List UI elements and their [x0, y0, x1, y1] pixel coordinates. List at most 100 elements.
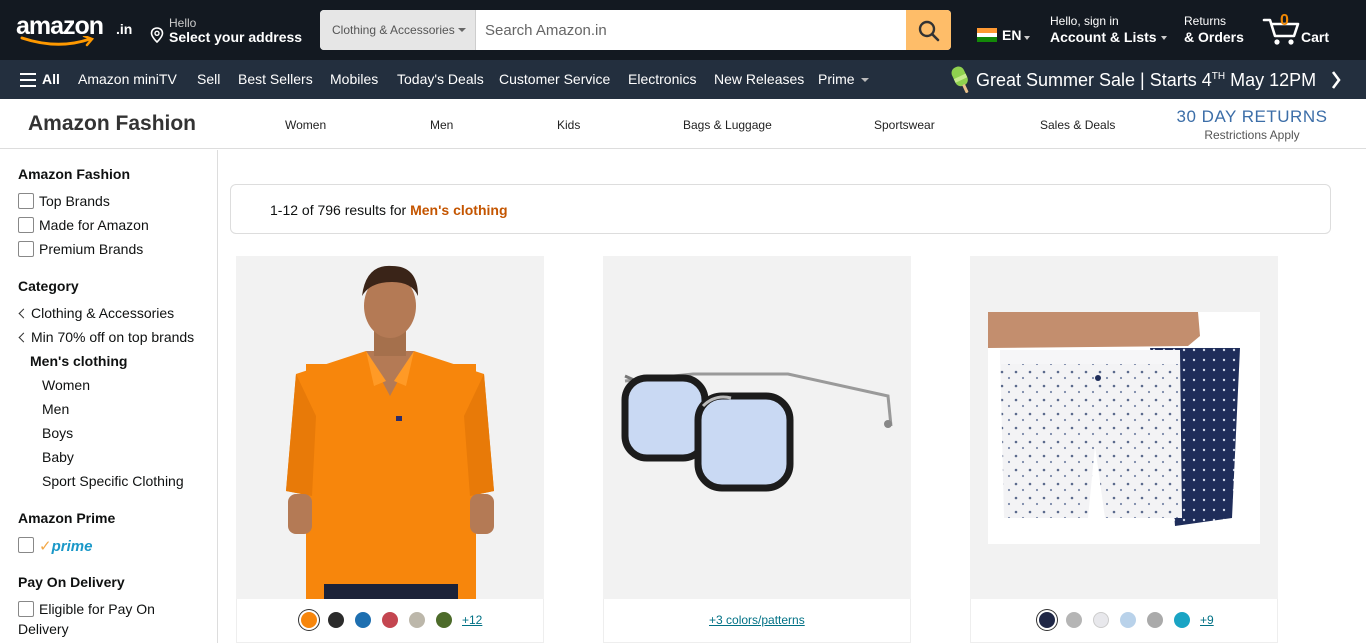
returns-label: Returns	[1184, 14, 1227, 28]
category-back-clothing[interactable]: Clothing & Accessories	[18, 305, 174, 321]
chevron-right-icon	[1331, 71, 1341, 89]
search-button[interactable]	[906, 10, 951, 50]
prime-label: prime	[51, 538, 93, 555]
nav-item-new-releases[interactable]: New Releases	[714, 71, 804, 87]
search-category-label: Clothing & Accessories	[332, 23, 455, 37]
india-flag-icon	[977, 28, 997, 42]
product-image[interactable]	[970, 256, 1278, 599]
category-label: Clothing & Accessories	[31, 305, 175, 321]
color-swatches: +12	[236, 599, 544, 643]
checkbox[interactable]	[18, 217, 34, 233]
color-swatch[interactable]	[328, 612, 344, 628]
promo-text-tail: May 12PM	[1225, 70, 1317, 90]
chevron-left-icon	[18, 308, 29, 319]
ice-lolly-icon	[951, 66, 969, 94]
account-label: Account & Lists	[1050, 29, 1157, 45]
location-pin-icon	[150, 27, 164, 43]
checkmark-icon: ✓	[39, 538, 52, 555]
color-swatch[interactable]	[355, 612, 371, 628]
product-card[interactable]: +3 colors/patterns	[603, 256, 911, 643]
cart-button[interactable]: 0 Cart	[1262, 12, 1334, 48]
nav-item-customer-service[interactable]: Customer Service	[499, 71, 610, 87]
promo-text-main: Great Summer Sale | Starts 4	[976, 70, 1212, 90]
category-sub-women[interactable]: Women	[42, 377, 90, 393]
filter-heading-pay-on-delivery: Pay On Delivery	[18, 574, 125, 590]
checkbox[interactable]	[18, 601, 34, 617]
search-icon	[918, 20, 940, 42]
fashion-link-kids[interactable]: Kids	[557, 118, 580, 132]
amazon-logo[interactable]: amazon .in	[16, 10, 136, 50]
address-greeting: Hello	[169, 16, 197, 30]
aviator-sunglasses-image	[621, 372, 893, 492]
color-swatch[interactable]	[436, 612, 452, 628]
product-image[interactable]	[603, 256, 911, 599]
chevron-left-icon	[18, 332, 29, 343]
address-label: Select your address	[169, 29, 303, 45]
chevron-down-icon	[1160, 36, 1167, 41]
product-card[interactable]: +9	[970, 256, 1278, 643]
color-swatch[interactable]	[382, 612, 398, 628]
fashion-subnav: Amazon Fashion Women Men Kids Bags & Lug…	[0, 99, 1366, 149]
fashion-link-sportswear[interactable]: Sportswear	[874, 118, 935, 132]
chevron-down-icon	[860, 78, 869, 83]
top-header: amazon .in Hello Select your address Clo…	[0, 0, 1366, 60]
nav-item-minitv[interactable]: Amazon miniTV	[78, 71, 177, 87]
filter-sidebar: Amazon Fashion Top Brands Made for Amazo…	[0, 150, 218, 643]
checkbox[interactable]	[18, 241, 34, 257]
category-sub-sport[interactable]: Sport Specific Clothing	[42, 473, 184, 489]
nav-item-prime[interactable]: Prime	[818, 71, 869, 87]
color-swatch[interactable]	[1174, 612, 1190, 628]
nav-item-prime-label: Prime	[818, 71, 855, 87]
account-menu[interactable]: Hello, sign in Account & Lists	[1050, 14, 1167, 45]
fashion-brand-link[interactable]: Amazon Fashion	[28, 112, 196, 136]
orange-polo-tshirt-image	[286, 265, 494, 599]
filter-heading-fashion: Amazon Fashion	[18, 166, 131, 182]
color-swatches: +3 colors/patterns	[603, 599, 911, 643]
nav-item-electronics[interactable]: Electronics	[628, 71, 696, 87]
nav-item-sell[interactable]: Sell	[197, 71, 220, 87]
filter-label: Top Brands	[39, 193, 110, 209]
search-category-select[interactable]: Clothing & Accessories	[320, 10, 476, 50]
hamburger-icon	[20, 73, 36, 87]
nav-item-todays-deals[interactable]: Today's Deals	[397, 71, 484, 87]
nav-item-mobiles[interactable]: Mobiles	[330, 71, 378, 87]
category-sub-men[interactable]: Men	[42, 401, 69, 417]
prime-logo: ✓prime	[39, 537, 92, 555]
all-menu-label: All	[42, 71, 60, 87]
checkbox[interactable]	[18, 537, 34, 553]
category-sub-boys[interactable]: Boys	[42, 425, 73, 441]
fashion-link-bags-luggage[interactable]: Bags & Luggage	[683, 118, 772, 132]
category-back-min70[interactable]: Min 70% off on top brands	[18, 329, 194, 345]
filter-label-continued: Delivery	[18, 621, 69, 637]
search-input[interactable]	[476, 10, 906, 50]
product-image[interactable]	[236, 256, 544, 599]
more-colors-link[interactable]: +9	[1200, 613, 1214, 627]
results-query: Men's clothing	[410, 202, 508, 218]
fashion-link-sales-deals[interactable]: Sales & Deals	[1040, 118, 1115, 132]
returns-orders-link[interactable]: Returns & Orders	[1184, 14, 1244, 45]
color-swatches: +9	[970, 599, 1278, 643]
checkbox[interactable]	[18, 193, 34, 209]
filter-label: Premium Brands	[39, 241, 144, 257]
more-colors-link[interactable]: +12	[462, 613, 482, 627]
more-colors-link[interactable]: +3 colors/patterns	[709, 613, 805, 627]
color-swatch[interactable]	[1120, 612, 1136, 628]
color-swatch[interactable]	[1147, 612, 1163, 628]
color-swatch[interactable]	[1039, 612, 1055, 628]
product-card[interactable]: +12	[236, 256, 544, 643]
account-greeting: Hello, sign in	[1050, 14, 1119, 28]
returns-note: Restrictions Apply	[1204, 128, 1300, 142]
returns-policy-banner[interactable]: 30 DAY RETURNS Restrictions Apply	[1170, 107, 1334, 142]
color-swatch[interactable]	[301, 612, 317, 628]
main-nav: All Amazon miniTV Sell Best Sellers Mobi…	[0, 60, 1366, 99]
fashion-link-women[interactable]: Women	[285, 118, 326, 132]
color-swatch[interactable]	[1066, 612, 1082, 628]
fashion-link-men[interactable]: Men	[430, 118, 453, 132]
category-sub-baby[interactable]: Baby	[42, 449, 74, 465]
color-swatch[interactable]	[1093, 612, 1109, 628]
color-swatch[interactable]	[409, 612, 425, 628]
filter-heading-prime: Amazon Prime	[18, 510, 116, 526]
filter-label: Made for Amazon	[39, 217, 149, 233]
nav-item-best-sellers[interactable]: Best Sellers	[238, 71, 313, 87]
language-code: EN	[1002, 27, 1022, 43]
